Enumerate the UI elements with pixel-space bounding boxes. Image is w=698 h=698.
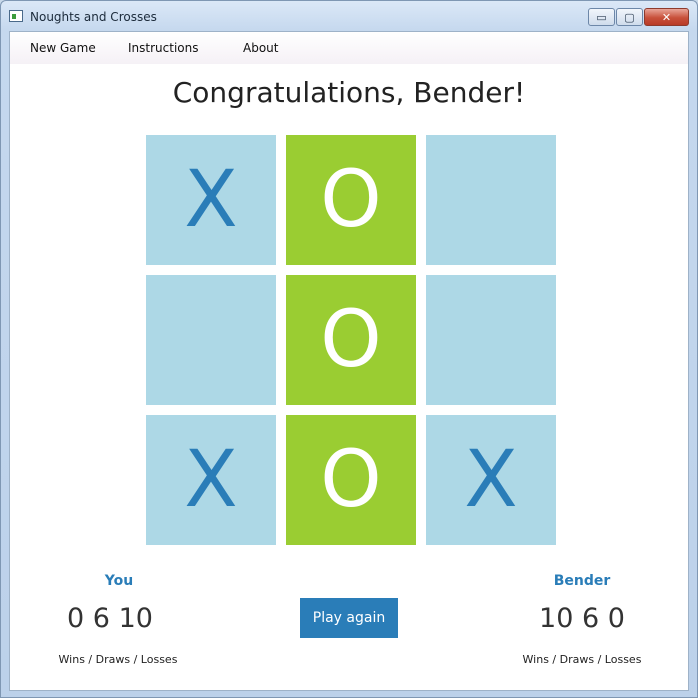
game-board: X O O X O X (146, 135, 556, 545)
board-cell-1[interactable]: X (146, 135, 276, 265)
player-you-name: You (104, 573, 134, 589)
result-headline: Congratulations, Bender! (172, 76, 526, 109)
maximize-icon: ▢ (624, 10, 635, 24)
board-cell-9[interactable]: X (426, 415, 556, 545)
menu-item-instructions[interactable]: Instructions (128, 41, 198, 55)
board-cell-6[interactable] (426, 275, 556, 405)
minimize-button[interactable]: ▭ (588, 8, 615, 26)
window-title: Noughts and Crosses (30, 10, 157, 24)
menu-item-about[interactable]: About (243, 41, 278, 55)
board-cell-2[interactable]: O (286, 135, 416, 265)
player-opponent-score-label: Wins / Draws / Losses (522, 653, 642, 666)
title-bar[interactable]: Noughts and Crosses ▭ ▢ ✕ (1, 1, 697, 31)
menu-bar: New Game Instructions About (10, 32, 688, 64)
player-opponent-score: 10 6 0 (539, 603, 625, 634)
board-cell-8[interactable]: O (286, 415, 416, 545)
board-cell-3[interactable] (426, 135, 556, 265)
player-you-score: 0 6 10 (67, 603, 153, 634)
maximize-button[interactable]: ▢ (616, 8, 643, 26)
play-again-button[interactable]: Play again (300, 598, 398, 638)
menu-item-new-game[interactable]: New Game (30, 41, 96, 55)
window-controls: ▭ ▢ ✕ (587, 8, 689, 28)
board-cell-5[interactable]: O (286, 275, 416, 405)
client-area: New Game Instructions About Congratulati… (9, 31, 689, 691)
close-button[interactable]: ✕ (644, 8, 689, 26)
close-icon: ✕ (661, 10, 672, 24)
app-icon (9, 10, 23, 22)
app-window: Noughts and Crosses ▭ ▢ ✕ New Game Instr… (0, 0, 698, 698)
minimize-icon: ▭ (596, 10, 607, 24)
board-cell-7[interactable]: X (146, 415, 276, 545)
player-opponent-name: Bender (553, 573, 611, 589)
board-cell-4[interactable] (146, 275, 276, 405)
player-you-score-label: Wins / Draws / Losses (58, 653, 178, 666)
